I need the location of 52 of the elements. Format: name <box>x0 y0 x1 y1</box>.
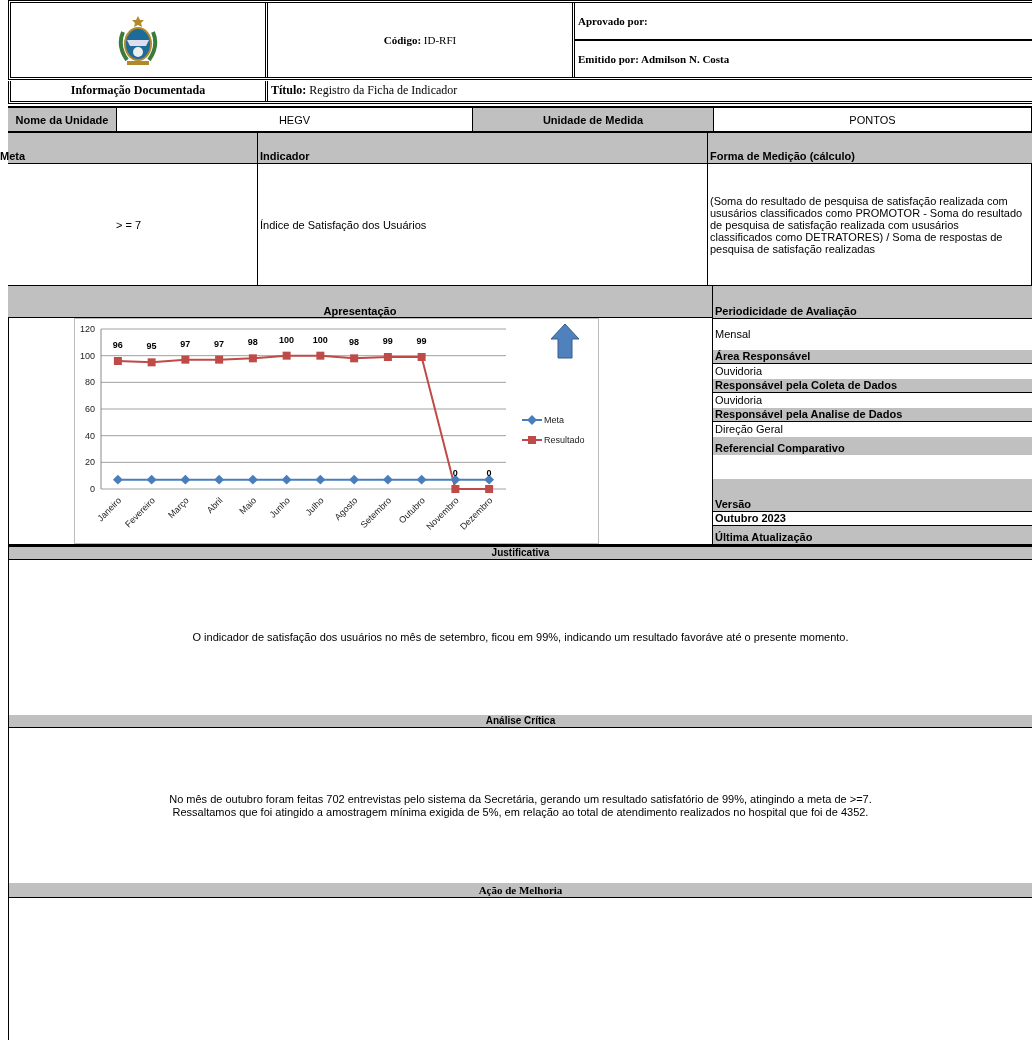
field-label: Versão <box>713 479 1032 512</box>
paragraph: No mês de outubro foram feitas 702 entrevistas pelo sistema da Secretária, gerando um resultado satisfatório de 99%, atingindo a meta de >=7. <box>169 792 872 806</box>
section-header: Análise Crítica <box>9 715 1032 728</box>
field-label: Referencial Comparativo <box>713 437 1032 455</box>
paragraph: Ressaltamos que foi atingido a amostragem mínima exigida de 5%, em relação ao total de atendimento realizados no hospital que foi de 4352. <box>172 805 869 819</box>
column-header: Indicador <box>258 133 708 163</box>
legend-label: Resultado <box>544 435 585 445</box>
data-label: 99 <box>416 336 427 346</box>
axis-tick-label: 120 <box>79 324 95 334</box>
field-label: Responsável pela Analise de Dados <box>713 408 1032 422</box>
table-cell-text: > = 7 <box>114 217 143 233</box>
document-type: Informação Documentada <box>70 83 206 97</box>
column-header: Meta <box>0 133 258 163</box>
axis-tick-label: 40 <box>85 430 95 441</box>
issued-by-label: Emitido por: Admilson N. Costa <box>578 53 730 65</box>
data-label: 99 <box>382 336 393 346</box>
field-label: Responsável pela Coleta de Dados <box>713 379 1032 393</box>
legend-label: Meta <box>544 415 564 425</box>
field-label: Área Responsável <box>713 350 1032 364</box>
data-label: 95 <box>146 341 157 352</box>
document-code: Código: ID-RFI <box>383 34 457 46</box>
unit-measure-label: Unidade de Medida <box>473 108 714 131</box>
axis-tick-label: 20 <box>85 457 95 468</box>
data-label: 98 <box>349 337 360 348</box>
data-label: 97 <box>180 338 191 349</box>
data-label: 0 <box>486 468 492 478</box>
data-label: 97 <box>214 338 225 349</box>
axis-tick-label: 100 <box>79 350 95 361</box>
unit-name-label: Nome da Unidade <box>8 108 117 131</box>
field-value: Mensal <box>714 327 752 342</box>
data-label: 0 <box>452 468 458 478</box>
field-value: Direção Geral <box>714 422 784 437</box>
axis-tick-label: 60 <box>85 404 95 414</box>
document-title: Título: Registro da Ficha de Indicador <box>271 83 458 97</box>
approved-by-label: Aprovado por: <box>578 15 648 27</box>
paragraph: O indicador de satisfação dos usuários no mês de setembro, ficou em 99%, indicando um resultado favoráve até o presente momento. <box>192 631 849 644</box>
data-label: 98 <box>247 337 258 348</box>
column-header: Forma de Medição (cálculo) <box>709 149 856 163</box>
field-label: Periodicidade de Avaliação <box>713 286 1032 319</box>
field-value: Ouvidoria <box>714 393 764 408</box>
table-cell: Índice de Satisfação dos Usuários <box>257 164 708 285</box>
axis-tick-label: 80 <box>85 377 95 388</box>
data-label: 100 <box>279 334 295 345</box>
section-header: Justificativa <box>9 547 1032 560</box>
field-label: Última Atualização <box>713 526 1032 544</box>
section-header: Apresentação <box>8 286 712 318</box>
axis-tick-label: 0 <box>90 484 95 494</box>
table-cell: (Soma do resultado de pesquisa de satisfação realizada com ususários classificados como PROMOTOR - Soma do resultado de pesquisa de satisfação realizada com ususários classificados como DETRATORES) / Soma de respostas de pesquisa de satisfação realizadas <box>708 164 1032 285</box>
section-header: Ação de Melhoria <box>9 883 1032 898</box>
data-label: 96 <box>112 340 123 350</box>
data-label: 100 <box>312 334 328 345</box>
field-value: Ouvidoria <box>714 364 764 379</box>
